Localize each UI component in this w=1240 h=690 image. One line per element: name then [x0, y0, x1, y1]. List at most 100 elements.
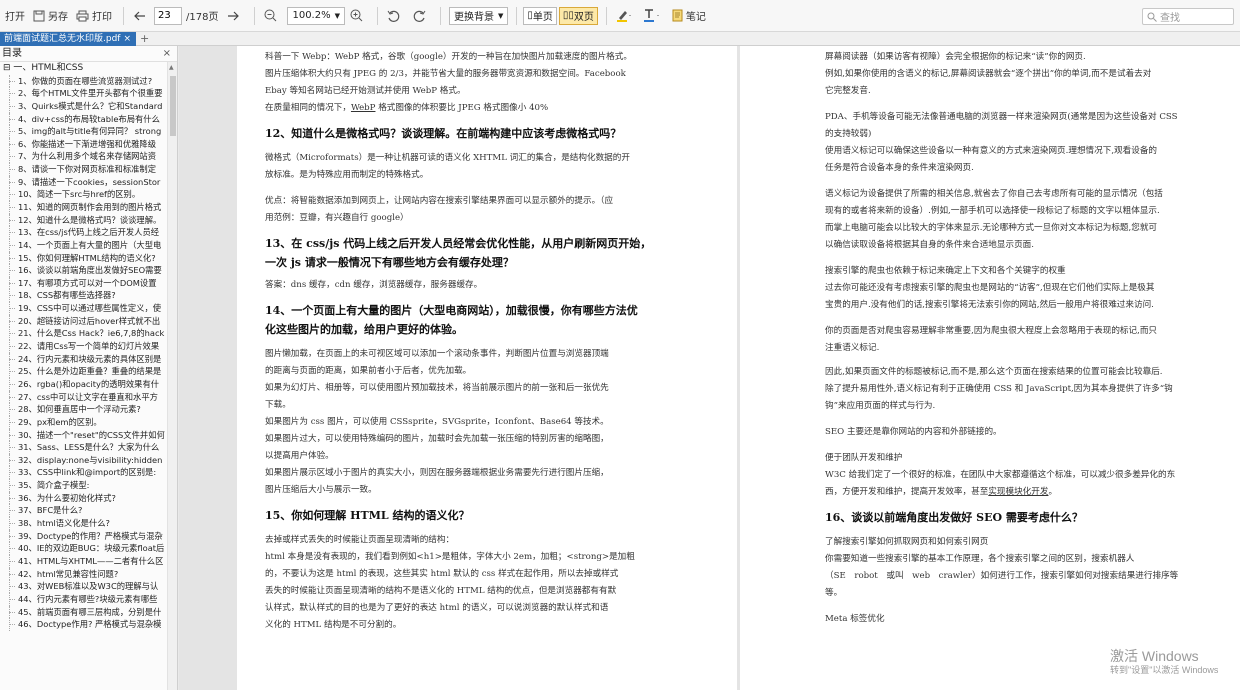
- paragraph: 用范例：豆瓣，有兴趣自行 google）: [265, 213, 409, 223]
- underlined-text: 实现模块化开发: [988, 487, 1049, 497]
- search-input[interactable]: 查找: [1142, 8, 1234, 25]
- paragraph: Meta 标签优化: [825, 614, 885, 624]
- double-page-label: 双页: [573, 12, 594, 23]
- close-icon[interactable]: ×: [123, 32, 131, 46]
- paragraph: W3C 给我们定了一个很好的标准，在团队中大家都遵循这个标准，可以减少很多差异化…: [825, 470, 1176, 480]
- outline-item[interactable]: 24、行内元素和块级元素的具体区别是: [0, 352, 166, 366]
- prev-page-button[interactable]: [130, 4, 152, 28]
- outline-item[interactable]: 6、你能描述一下渐进增强和优雅降级: [0, 137, 166, 151]
- zoom-select[interactable]: 100.2% ▼: [287, 6, 345, 25]
- paragraph: 放标准。是为特殊应用而制定的特殊格式。: [265, 170, 429, 180]
- open-button[interactable]: 打开: [2, 4, 28, 28]
- toolbar-divider: [440, 6, 441, 25]
- outline-item[interactable]: 41、HTML与XHTML——二者有什么区: [0, 554, 166, 568]
- toolbar-divider: [254, 6, 256, 25]
- outline-item[interactable]: 45、前端页面有哪三层构成，分别是什: [0, 605, 166, 619]
- outline-item[interactable]: 40、IE的双边距BUG：块级元素float后: [0, 542, 166, 555]
- outline-item[interactable]: 9、请描述一下cookies，sessionStor: [0, 175, 166, 189]
- paragraph: 的支持较弱): [825, 129, 872, 139]
- print-button[interactable]: 打印: [73, 4, 115, 28]
- zoom-out-button[interactable]: [261, 4, 283, 28]
- outline-item[interactable]: 32、display:none与visibility:hidden: [0, 453, 166, 467]
- outline-item[interactable]: 35、简介盒子模型:: [0, 479, 166, 492]
- text-color-button[interactable]: [640, 4, 667, 28]
- paragraph: 图片压缩体积大约只有 JPEG 的 2/3，并能节省大量的服务器带宽资源和数据空…: [265, 69, 626, 79]
- save-icon: [33, 10, 45, 21]
- paragraph: 答案：dns 缓存，cdn 缓存，浏览器缓存，服务器缓存。: [265, 280, 483, 290]
- double-page-toggle[interactable]: ▯▯ 双页: [558, 6, 598, 25]
- new-tab-button[interactable]: +: [140, 32, 149, 46]
- outline-item[interactable]: 21、什么是Css Hack？ie6,7,8的hack: [0, 327, 166, 340]
- watermark-subtitle: 转到"设置"以激活 Windows: [1110, 665, 1219, 675]
- outline-item[interactable]: 38、html语义化是什么?: [0, 517, 166, 530]
- outline-item[interactable]: 31、Sass、LESS是什么？大家为什么: [0, 441, 166, 454]
- outline-item[interactable]: 37、BFC是什么?: [0, 504, 166, 517]
- next-page-button[interactable]: [224, 4, 246, 28]
- zoom-out-icon: [264, 9, 277, 22]
- outline-item[interactable]: 17、有哪项方式可以对一个DOM设置: [0, 276, 166, 290]
- outline-item[interactable]: 13、在css/js代码上线之后开发人员经: [0, 226, 166, 239]
- search-placeholder: 查找: [1160, 13, 1180, 24]
- highlight-button[interactable]: [613, 4, 638, 28]
- activation-watermark: 激活 Windows 转到"设置"以激活 Windows: [1110, 648, 1240, 676]
- outline-item[interactable]: 20、超链接访问过后hover样式就不出: [0, 314, 166, 328]
- outline-item[interactable]: 18、CSS都有哪些选择器?: [0, 289, 166, 302]
- outline-item[interactable]: 22、请用Css写一个简单的幻灯片效果: [0, 340, 166, 353]
- outline-item[interactable]: 5、img的alt与title有何异同？ strong: [0, 125, 166, 138]
- outline-item[interactable]: 4、div+css的布局较table布局有什么: [0, 112, 166, 126]
- close-icon[interactable]: ×: [163, 46, 171, 62]
- outline-item[interactable]: 30、描述一个"reset"的CSS文件并如何: [0, 428, 166, 442]
- outline-item[interactable]: 44、行内元素有哪些?块级元素有哪些: [0, 592, 166, 606]
- outline-item[interactable]: 8、请谈一下你对网页标准和标准制定: [0, 163, 166, 176]
- outline-item[interactable]: 14、一个页面上有大量的图片（大型电: [0, 238, 166, 252]
- paragraph: 现有的或者将来新的设备）.例如,一部手机可以选择使一段标记了标题的文字以粗体显示…: [825, 206, 1160, 216]
- paragraph: 科普一下 Webp：WebP 格式，谷歌（google）开发的一种旨在加快图片加…: [265, 52, 632, 62]
- outline-item[interactable]: 19、CSS中可以通过哪些属性定义，使: [0, 302, 166, 315]
- rotate-left-button[interactable]: [384, 4, 407, 28]
- save-as-button[interactable]: 另存: [30, 4, 71, 28]
- outline-item[interactable]: 15、你如何理解HTML结构的语义化?: [0, 251, 166, 265]
- page-total: /178页: [186, 12, 219, 23]
- tab-document[interactable]: 前端面试题汇总无水印版.pdf ×: [0, 32, 136, 46]
- outline-item[interactable]: 16、谈谈以前端角度出发做好SEO需要: [0, 264, 166, 277]
- outline-item[interactable]: 33、CSS中link和@import的区别是:: [0, 466, 166, 479]
- outline-item[interactable]: 43、对WEB标准以及W3C的理解与认: [0, 580, 166, 593]
- outline-item[interactable]: 39、Doctype的作用？严格模式与混杂: [0, 529, 166, 543]
- outline-item[interactable]: 29、px和em的区别。: [0, 415, 166, 429]
- outline-item[interactable]: 25、什么是外边距重叠？重叠的结果是: [0, 365, 166, 378]
- outline-item[interactable]: 36、为什么要初始化样式?: [0, 491, 166, 505]
- paragraph: 等。: [825, 588, 843, 598]
- paragraph: 任务是符合设备本身的条件来渲染网页.: [825, 163, 974, 173]
- outline-item[interactable]: 42、html常见兼容性问题?: [0, 567, 166, 581]
- zoom-in-icon: [350, 9, 363, 22]
- outline-item[interactable]: 7、为什么利用多个域名来存储网站资: [0, 150, 166, 163]
- print-label: 打印: [92, 12, 112, 23]
- scroll-up-icon[interactable]: ▲: [169, 64, 174, 71]
- single-page-toggle[interactable]: ▯ 单页: [523, 6, 557, 25]
- outline-root-item[interactable]: ⊟ 一、HTML和CSS: [0, 62, 166, 75]
- page-number-input[interactable]: [154, 6, 182, 25]
- outline-item[interactable]: 27、css中可以让文字在垂直和水平方: [0, 390, 166, 404]
- notes-label: 笔记: [685, 12, 706, 23]
- outline-item[interactable]: 46、Doctype作用? 严格模式与混杂模: [0, 618, 166, 631]
- paragraph: 认样式，默认样式的目的也是为了更好的表达 html 的语义，可以说浏览器的默认样…: [265, 603, 609, 613]
- outline-item[interactable]: 10、简述一下src与href的区别。: [0, 188, 166, 201]
- sidebar-scrollbar[interactable]: ▲: [167, 62, 177, 690]
- outline-item[interactable]: 12、知道什么是微格式吗？谈谈理解。: [0, 213, 166, 227]
- zoom-in-button[interactable]: [347, 4, 369, 28]
- outline-item[interactable]: 2、每个HTML文件里开头都有个很重要: [0, 87, 166, 100]
- outline-item[interactable]: 26、rgba()和opacity的透明效果有什: [0, 377, 166, 391]
- outline-item[interactable]: 3、Quirks模式是什么？它和Standard: [0, 99, 166, 113]
- heading-line: 一次 js 请求一般情况下有哪些地方会有缓存处理？: [265, 256, 514, 269]
- background-select[interactable]: 更换背景 ▼: [449, 6, 509, 25]
- tab-document-title: 前端面试题汇总无水印版.pdf: [4, 34, 121, 44]
- outline-item[interactable]: 28、如何垂直居中一个浮动元素?: [0, 403, 166, 416]
- outline-item[interactable]: 11、知道的网页制作会用到的图片格式: [0, 201, 166, 214]
- notes-button[interactable]: 笔记: [669, 4, 709, 28]
- paragraph: 下载。: [265, 400, 291, 410]
- scrollbar-thumb[interactable]: [170, 76, 176, 136]
- toolbar: 打开 另存 打印 /178页 100.2%▼ 更换背景▼ ▯单页 ▯▯双页 笔记…: [0, 0, 1240, 32]
- rotate-right-button[interactable]: [409, 4, 432, 28]
- outline-item[interactable]: 1、你做的页面在哪些流览器测试过?: [0, 74, 166, 88]
- single-page-label: 单页: [532, 12, 553, 23]
